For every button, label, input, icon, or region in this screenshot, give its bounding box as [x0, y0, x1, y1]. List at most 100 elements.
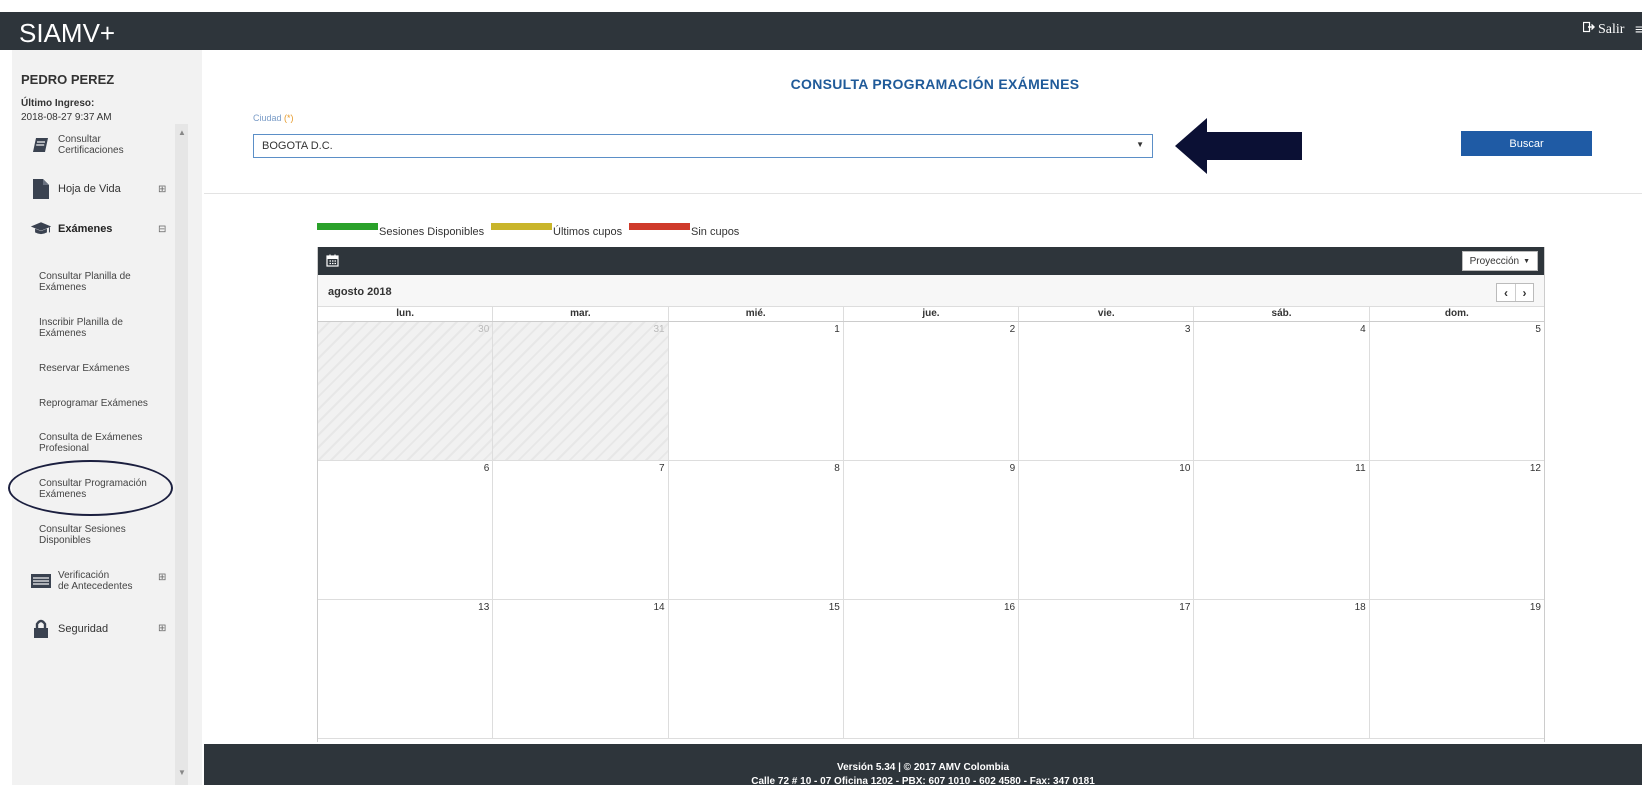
submenu-reprogramar-examenes[interactable]: Reprogramar Exámenes	[39, 398, 164, 409]
legend-available: Sesiones Disponibles	[317, 223, 484, 238]
sidebar: PEDRO PEREZ Último Ingreso: 2018-08-27 9…	[12, 50, 202, 785]
view-dropdown-button[interactable]: Proyección ▼	[1461, 251, 1538, 271]
calendar-day-cell[interactable]: 2	[844, 322, 1020, 460]
calendar-day-cell[interactable]: 10	[1019, 461, 1195, 599]
expand-icon[interactable]: ⊞	[158, 623, 166, 634]
calendar-day-cell[interactable]: 7	[493, 461, 669, 599]
search-button[interactable]: Buscar	[1461, 131, 1592, 156]
user-name: PEDRO PEREZ	[21, 72, 115, 87]
logout-label: Salir	[1598, 21, 1625, 37]
page-title: CONSULTA PROGRAMACIÓN EXÁMENES	[790, 76, 1080, 92]
calendar-icon	[326, 254, 339, 272]
scroll-up-icon[interactable]: ▲	[178, 128, 186, 137]
submenu-inscribir-planilla[interactable]: Inscribir Planilla de Exámenes	[39, 317, 164, 339]
sidebar-item-seguridad[interactable]: Seguridad ⊞	[12, 618, 172, 640]
scroll-down-icon[interactable]: ▼	[178, 768, 186, 777]
city-select[interactable]: BOGOTA D.C. ▼	[253, 134, 1153, 158]
city-select-value: BOGOTA D.C.	[262, 140, 333, 152]
weekday-label: lun.	[318, 307, 494, 321]
top-navbar: SIAMV+ Salir ≡	[0, 12, 1642, 50]
calendar-day-cell[interactable]: 30	[318, 322, 494, 460]
calendar-week: 30 31 1 2 3 4 5	[318, 322, 1544, 461]
calendar-day-cell[interactable]: 4	[1194, 322, 1370, 460]
view-dropdown-label: Proyección	[1469, 255, 1520, 267]
weekday-label: jue.	[844, 307, 1020, 321]
sidebar-item-verificacion[interactable]: Verificación de Antecedentes ⊞	[12, 570, 172, 592]
weekday-label: dom.	[1444, 308, 1469, 319]
sidebar-item-examenes[interactable]: Exámenes ⊟	[12, 218, 172, 240]
sidebar-item-label: Seguridad	[58, 622, 109, 635]
calendar-day-cell[interactable]: 18	[1194, 600, 1370, 738]
calendar-week: 13 14 15 16 17 18 19	[318, 600, 1544, 739]
expand-icon[interactable]: ⊞	[158, 572, 166, 583]
legend-label: Sesiones Disponibles	[379, 226, 485, 238]
month-navigation: ‹ ›	[1496, 283, 1534, 302]
caret-down-icon: ▼	[1523, 257, 1530, 265]
next-month-button[interactable]: ›	[1515, 284, 1533, 301]
calendar-day-cell[interactable]: 16	[844, 600, 1020, 738]
sidebar-item-hoja-de-vida[interactable]: Hoja de Vida ⊞	[12, 178, 172, 200]
calendar-day-cell[interactable]: 3	[1019, 322, 1195, 460]
sidebar-item-label: Consultar Certificaciones	[58, 134, 124, 156]
legend-no-spots: Sin cupos	[629, 223, 739, 238]
footer-address: Calle 72 # 10 - 07 Oficina 1202 - PBX: 6…	[751, 776, 1095, 787]
sidebar-scrollbar[interactable]	[175, 124, 188, 785]
previous-month-button[interactable]: ‹	[1497, 284, 1515, 301]
graduation-cap-icon	[30, 218, 52, 240]
calendar-day-cell[interactable]: 5	[1370, 322, 1544, 460]
weekday-label: mié.	[669, 307, 844, 321]
weekday-label: sáb.	[1194, 307, 1370, 321]
menu-icon[interactable]: ≡	[1635, 21, 1642, 37]
required-marker: (*)	[284, 113, 294, 123]
legend-color-swatch	[491, 223, 552, 230]
last-login-label: Último Ingreso:	[21, 98, 95, 109]
calendar-day-cell[interactable]: 17	[1019, 600, 1195, 738]
calendar-day-cell[interactable]: 6	[318, 461, 494, 599]
sidebar-item-consultar-certificaciones[interactable]: Consultar Certificaciones	[12, 134, 172, 156]
legend-color-swatch	[317, 223, 378, 230]
city-label: Ciudad (*)	[253, 113, 294, 123]
calendar-day-cell[interactable]: 12	[1370, 461, 1544, 599]
logout-link[interactable]: Salir	[1582, 21, 1625, 38]
chevron-down-icon: ▼	[1136, 140, 1144, 149]
calendar-day-cell[interactable]: 15	[669, 600, 844, 738]
expand-icon[interactable]: ⊞	[158, 184, 166, 195]
calendar-week: 6 7 8 9 10 11 12	[318, 461, 1544, 600]
document-icon	[30, 178, 52, 200]
legend-label: Últimos cupos	[553, 226, 623, 238]
calendar-day-cell[interactable]: 9	[844, 461, 1020, 599]
certificate-icon	[30, 134, 52, 156]
brand-logo[interactable]: SIAMV+	[19, 18, 115, 49]
submenu-consultar-planilla[interactable]: Consultar Planilla de Exámenes	[39, 271, 164, 293]
calendar-day-cell[interactable]: 1	[669, 322, 844, 460]
logout-icon	[1582, 21, 1596, 38]
legend-color-swatch	[629, 223, 690, 230]
calendar-toolbar: agosto 2018 ‹ ›	[318, 275, 1544, 307]
submenu-consulta-profesional[interactable]: Consulta de Exámenes Profesional	[39, 432, 164, 454]
calendar-day-cell[interactable]: 11	[1194, 461, 1370, 599]
weekday-label: vie.	[1019, 307, 1195, 321]
submenu-consultar-sesiones[interactable]: Consultar Sesiones Disponibles	[39, 524, 164, 546]
submenu-reservar-examenes[interactable]: Reservar Exámenes	[39, 363, 164, 374]
divider	[204, 193, 1642, 194]
calendar-day-cell[interactable]: 31	[493, 322, 669, 460]
weekday-header-row: lun. mar. mié. jue. vie. sáb. dom.	[318, 307, 1544, 322]
sidebar-item-label: Exámenes	[58, 222, 113, 235]
collapse-icon[interactable]: ⊟	[158, 224, 166, 235]
weekday-label: mar.	[493, 307, 669, 321]
lock-icon	[30, 618, 52, 640]
top-strip	[0, 0, 1642, 12]
sidebar-item-label: Verificación de Antecedentes	[58, 570, 133, 592]
pointer-arrow-icon	[1175, 118, 1302, 174]
id-card-icon	[30, 570, 52, 592]
calendar: Proyección ▼ agosto 2018 ‹ › lun. mar. m…	[317, 247, 1545, 742]
footer: Versión 5.34 | © 2017 AMV Colombia Calle…	[204, 744, 1642, 787]
calendar-day-cell[interactable]: 19	[1370, 600, 1544, 738]
calendar-day-cell[interactable]: 14	[493, 600, 669, 738]
legend-label: Sin cupos	[691, 226, 740, 238]
calendar-day-cell[interactable]: 13	[318, 600, 494, 738]
legend-last-spots: Últimos cupos	[491, 223, 622, 238]
last-login-value: 2018-08-27 9:37 AM	[21, 112, 112, 123]
calendar-day-cell[interactable]: 8	[669, 461, 844, 599]
highlight-ellipse	[8, 460, 173, 516]
